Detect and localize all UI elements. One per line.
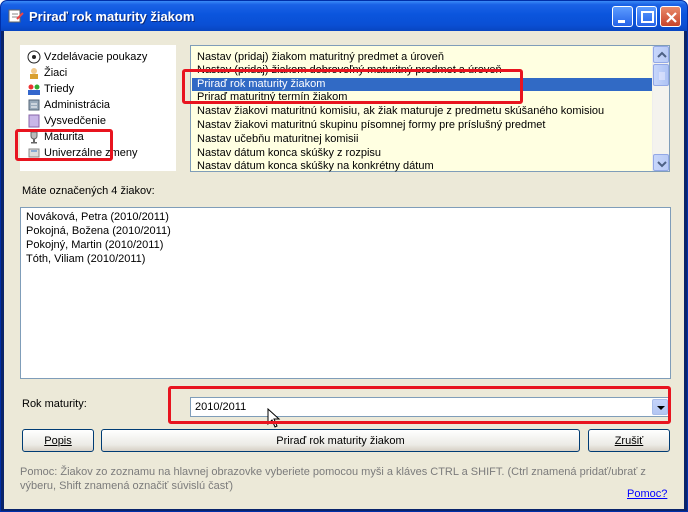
tree-item-label: Univerzálne zmeny [44, 147, 138, 159]
year-select-value: 2010/2011 [195, 401, 247, 413]
trophy-icon [30, 131, 38, 144]
year-select-dropdown-button[interactable] [652, 399, 668, 415]
chevron-up-icon [657, 51, 667, 58]
action-list[interactable]: Nastav (pridaj) žiakom maturitný predmet… [190, 45, 670, 172]
apply-button-label: Priraď rok maturity žiakom [276, 434, 405, 447]
tree-item-label: Vysvedčenie [44, 115, 106, 127]
category-tree[interactable]: Vzdelávacie poukazy Žiaci Triedy Adminis… [20, 45, 176, 171]
year-select[interactable]: 2010/2011 [190, 397, 670, 417]
tree-item-administracia[interactable]: Administrácia [27, 97, 110, 113]
help-link[interactable]: Pomoc? [627, 488, 667, 500]
app-icon [8, 9, 24, 23]
action-item[interactable]: Nastav učebňu maturitnej komisii [192, 133, 652, 146]
apply-button[interactable]: Priraď rok maturity žiakom [101, 429, 580, 452]
close-button[interactable] [660, 6, 681, 27]
minimize-button[interactable] [612, 6, 633, 27]
maximize-icon [641, 11, 654, 23]
list-item[interactable]: Pokojná, Božena (2010/2011) [26, 225, 171, 237]
tree-item-ziaci[interactable]: Žiaci [27, 65, 67, 81]
tree-item-maturita[interactable]: Maturita [27, 129, 84, 145]
mouse-cursor-icon [267, 408, 281, 428]
help-text: Pomoc: Žiakov zo zoznamu na hlavnej obra… [20, 466, 646, 492]
tree-item-label: Administrácia [44, 99, 111, 111]
classes-icon [28, 84, 40, 95]
admin-icon [28, 99, 40, 111]
cancel-button[interactable]: Zrušiť [588, 429, 670, 452]
title-bar[interactable]: Priraď rok maturity žiakom [1, 1, 687, 31]
tree-item-label: Triedy [44, 83, 75, 95]
selection-label: Máte označených 4 žiakov: [22, 185, 155, 197]
certificate-icon [28, 114, 40, 128]
close-icon [666, 12, 677, 23]
minimize-icon [618, 20, 625, 23]
soccer-ball-icon [27, 50, 41, 64]
list-item[interactable]: Pokojný, Martin (2010/2011) [26, 239, 163, 251]
cancel-button-label: Zrušiť [614, 434, 644, 447]
window-title: Priraď rok maturity žiakom [29, 9, 195, 24]
action-item[interactable]: Nastav dátum konca skúšky z rozpisu [192, 147, 652, 160]
tree-item-vysvedcenie[interactable]: Vysvedčenie [27, 113, 106, 129]
students-icon [30, 68, 38, 79]
dialog-body: Vzdelávacie poukazy Žiaci Triedy Adminis… [4, 31, 684, 509]
action-item[interactable]: Nastav (pridaj) žiakom dobrovoľný maturi… [192, 64, 652, 77]
scroll-up-button[interactable] [653, 46, 669, 63]
dialog-window: Priraď rok maturity žiakom Vzdelávacie p… [0, 0, 688, 512]
describe-button-label: Popis [44, 434, 72, 447]
list-item[interactable]: Tóth, Viliam (2010/2011) [26, 253, 145, 265]
action-list-scrollbar[interactable] [652, 46, 669, 171]
student-list[interactable]: Nováková, Petra (2010/2011) Pokojná, Bož… [20, 207, 671, 379]
universal-icon [28, 148, 40, 158]
maximize-button[interactable] [636, 6, 657, 27]
scroll-thumb[interactable] [653, 64, 669, 86]
action-item[interactable]: Nastav žiakovi maturitnú komisiu, ak žia… [192, 105, 652, 118]
action-item-selected[interactable]: Priraď rok maturity žiakom [192, 78, 652, 91]
action-item[interactable]: Nastav dátum konca skúšky na konkrétny d… [192, 160, 652, 173]
describe-button[interactable]: Popis [22, 429, 94, 452]
chevron-down-icon [657, 406, 665, 410]
tree-item-triedy[interactable]: Triedy [27, 81, 74, 97]
action-item[interactable]: Nastav (pridaj) žiakom maturitný predmet… [192, 51, 652, 64]
tree-item-label: Maturita [44, 131, 84, 143]
tree-item-label: Vzdelávacie poukazy [44, 51, 148, 63]
tree-item-univerzalne[interactable]: Univerzálne zmeny [27, 145, 138, 161]
scroll-down-button[interactable] [653, 154, 669, 171]
action-item[interactable]: Priraď maturitný termín žiakom [192, 91, 652, 104]
grip-icon [659, 72, 665, 80]
list-item[interactable]: Nováková, Petra (2010/2011) [26, 211, 169, 223]
year-label: Rok maturity: [22, 398, 87, 410]
tree-item-poukazy[interactable]: Vzdelávacie poukazy [27, 49, 147, 65]
tree-item-label: Žiaci [44, 67, 68, 79]
chevron-down-icon [657, 161, 667, 168]
action-item[interactable]: Nastav žiakovi maturitnú skupinu písomne… [192, 119, 652, 132]
